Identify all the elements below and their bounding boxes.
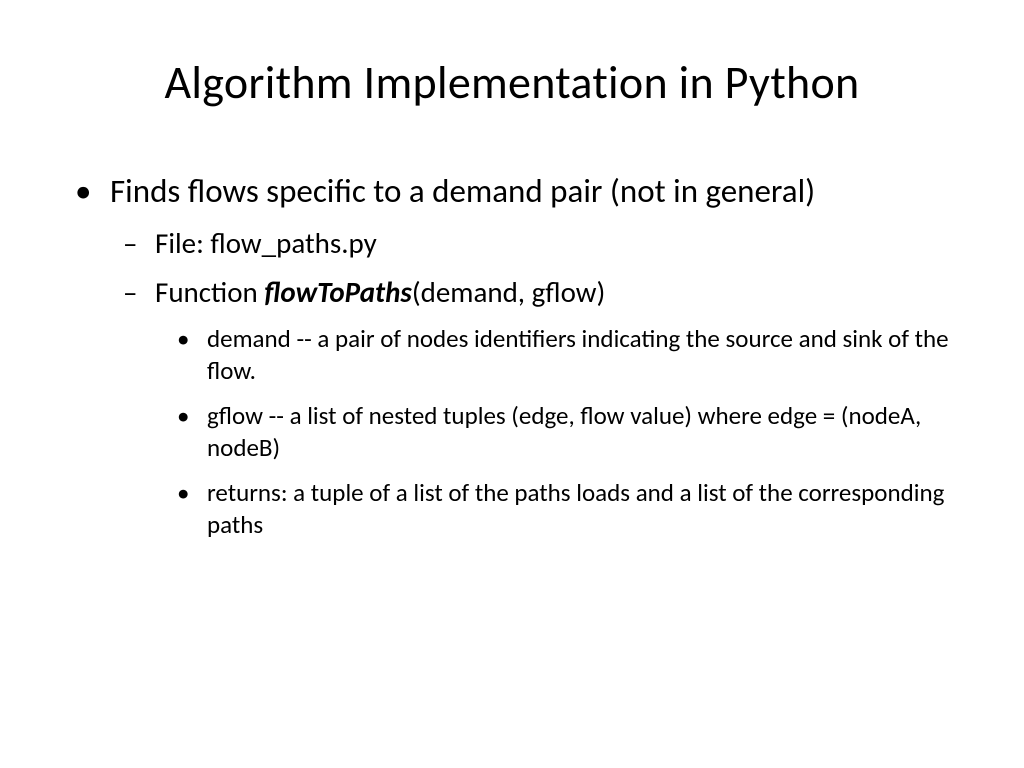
sub-item-file: File: flow_paths.py: [155, 224, 959, 263]
param-item-demand: demand -- a pair of nodes identifiers in…: [207, 323, 959, 388]
param-item-returns: returns: a tuple of a list of the paths …: [207, 477, 959, 542]
fn-prefix: Function: [155, 274, 264, 310]
sub-text-file: File: flow_paths.py: [155, 225, 377, 261]
slide-container: Algorithm Implementation in Python Finds…: [0, 0, 1024, 768]
sub-item-function: Function flowToPaths(demand, gflow) dema…: [155, 273, 959, 541]
param-text-returns: returns: a tuple of a list of the paths …: [207, 477, 944, 541]
fn-suffix: (demand, gflow): [412, 274, 605, 310]
bullet-text-1: Finds flows specific to a demand pair (n…: [110, 171, 815, 211]
param-text-gflow: gflow -- a list of nested tuples (edge, …: [207, 400, 921, 464]
bullet-list-level2: File: flow_paths.py Function flowToPaths…: [110, 224, 959, 541]
slide-title: Algorithm Implementation in Python: [65, 55, 959, 111]
param-item-gflow: gflow -- a list of nested tuples (edge, …: [207, 400, 959, 465]
param-text-demand: demand -- a pair of nodes identifiers in…: [207, 323, 949, 387]
bullet-item-1: Finds flows specific to a demand pair (n…: [110, 171, 959, 542]
bullet-list-level1: Finds flows specific to a demand pair (n…: [65, 171, 959, 542]
fn-name: flowToPaths: [264, 274, 412, 310]
bullet-list-level3: demand -- a pair of nodes identifiers in…: [155, 323, 959, 542]
